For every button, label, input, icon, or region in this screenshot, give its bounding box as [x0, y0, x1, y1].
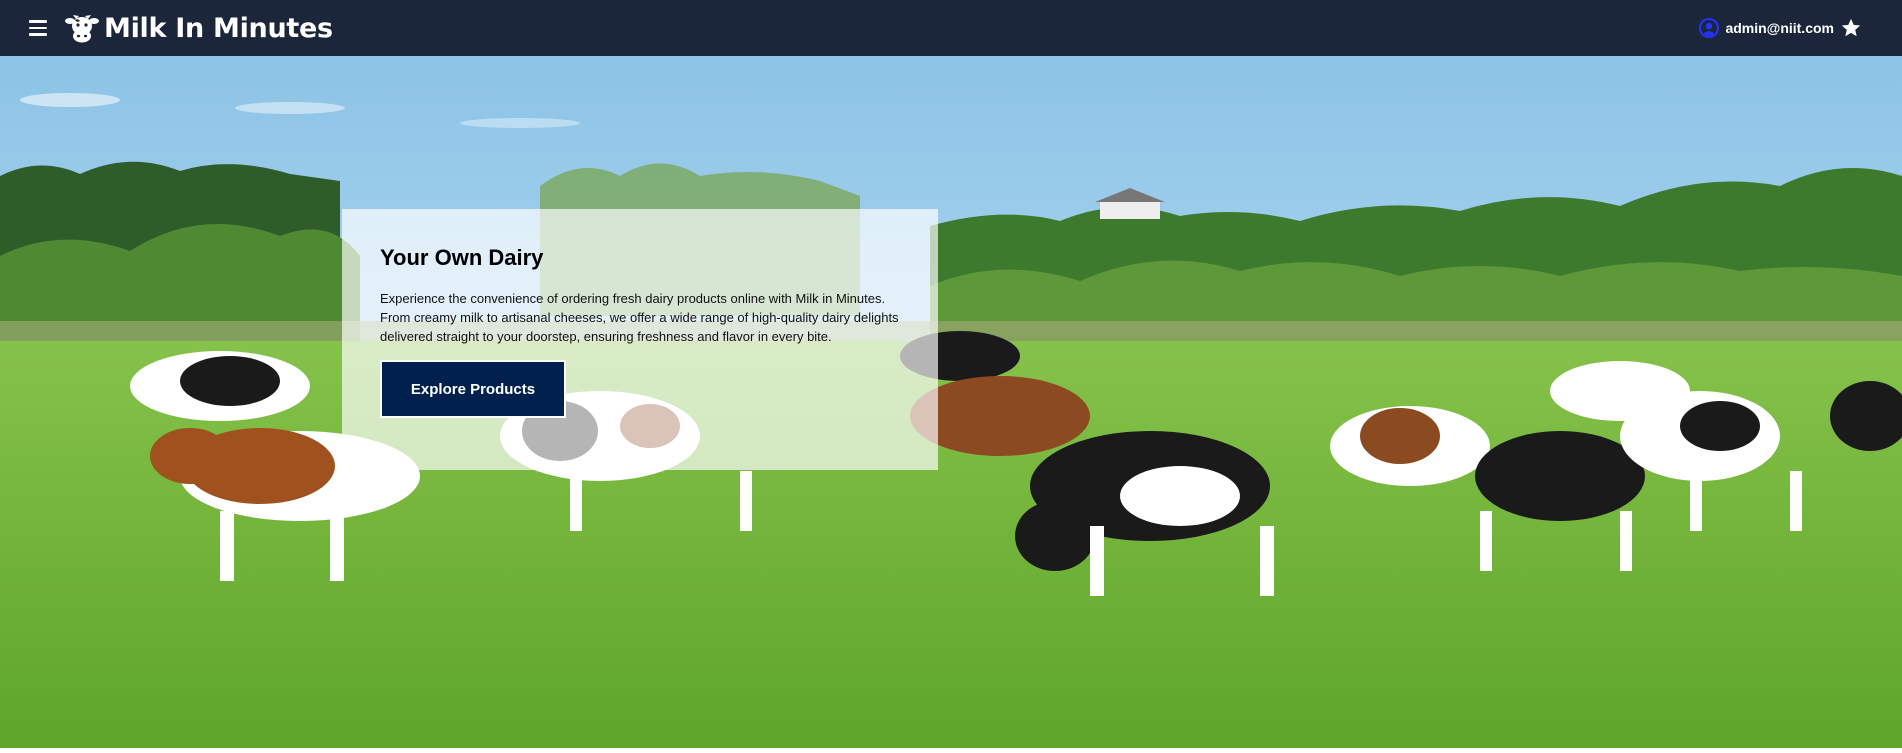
brand-link[interactable]: Milk In Minutes — [64, 10, 333, 46]
hamburger-menu-icon[interactable] — [24, 14, 52, 42]
hero-card: Your Own Dairy Experience the convenienc… — [342, 209, 938, 470]
cow-head-icon — [65, 15, 99, 43]
star-icon[interactable] — [1840, 17, 1862, 39]
page-bottom-edge — [0, 748, 1902, 753]
user-area: admin@niit.com — [1699, 17, 1862, 39]
app-title: Milk In Minutes — [104, 12, 333, 44]
hero-section: Your Own Dairy Experience the convenienc… — [0, 56, 1902, 748]
hero-description: Experience the convenience of ordering f… — [380, 291, 899, 344]
page: Milk In Minutes admin@niit.com Your Own … — [0, 0, 1902, 753]
user-circle-icon[interactable] — [1699, 18, 1720, 38]
hero-background-image — [0, 56, 1902, 748]
user-email[interactable]: admin@niit.com — [1725, 20, 1834, 36]
top-navbar: Milk In Minutes admin@niit.com — [0, 0, 1902, 56]
hero-title: Your Own Dairy — [380, 245, 544, 270]
explore-products-button[interactable]: Explore Products — [380, 360, 566, 418]
